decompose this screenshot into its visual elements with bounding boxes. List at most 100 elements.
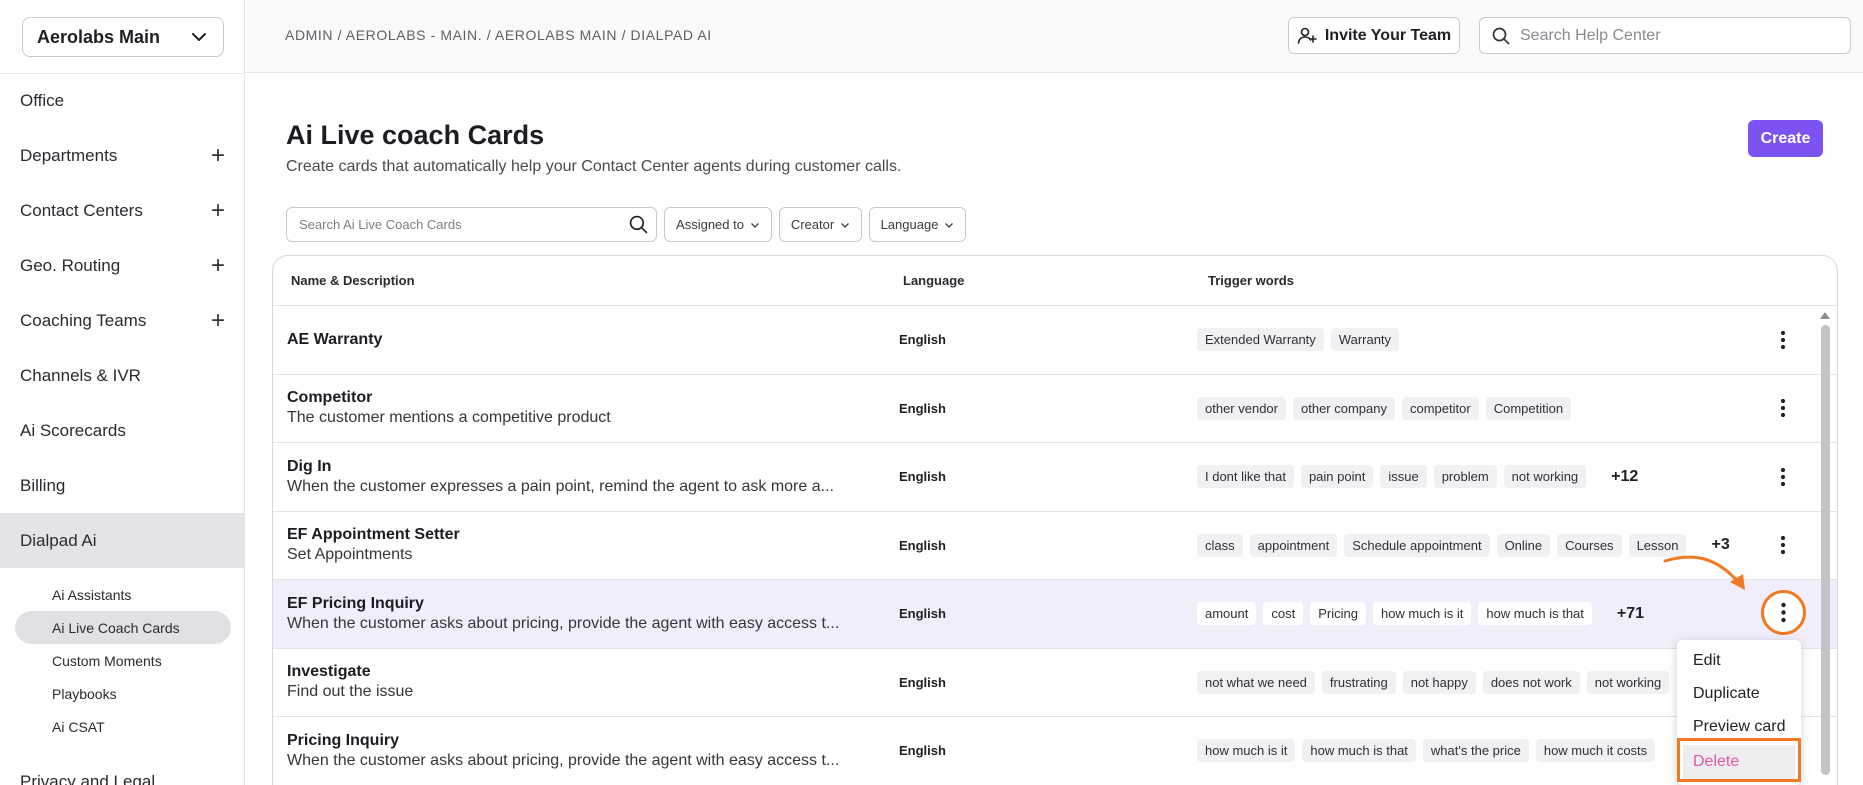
card-description: Set Appointments — [287, 546, 413, 564]
chevron-down-icon — [192, 33, 206, 41]
trigger-words: I dont like that pain point issue problem no… — [1197, 443, 1638, 511]
card-name[interactable]: Competitor — [287, 388, 867, 408]
trigger-words: not what we need frustrating not happy does… — [1197, 649, 1670, 717]
card-language: English — [899, 469, 946, 485]
search-icon[interactable] — [629, 215, 648, 234]
card-name[interactable]: EF Appointment Setter — [287, 525, 867, 545]
help-search-input[interactable] — [1520, 26, 1840, 45]
column-header-language[interactable]: Language — [903, 273, 964, 288]
sidebar-item-billing[interactable]: Billing — [0, 458, 245, 513]
more-triggers-count[interactable]: +71 — [1617, 605, 1644, 623]
plus-icon[interactable]: + — [211, 253, 225, 278]
trigger-chip: how much it costs — [1535, 739, 1656, 763]
sidebar-item-coaching-teams[interactable]: Coaching Teams + — [0, 293, 245, 348]
annotation-arrow-icon — [1663, 555, 1745, 590]
workspace-label: Aerolabs Main — [37, 26, 161, 47]
table-row[interactable]: AE Warranty English Extended Warranty Warra… — [273, 306, 1837, 375]
table-body: AE Warranty English Extended Warranty Warra… — [273, 306, 1837, 785]
trigger-chip: not happy — [1402, 670, 1476, 694]
sidebar-item-geo-routing[interactable]: Geo. Routing + — [0, 238, 245, 293]
menu-item-edit[interactable]: Edit — [1677, 644, 1801, 677]
delete-annotation-box — [1677, 738, 1801, 782]
sidebar-item-contact-centers[interactable]: Contact Centers + — [0, 183, 245, 238]
table-scrollbar[interactable] — [1819, 312, 1831, 782]
breadcrumb: ADMIN / AEROLABS - MAIN. / AEROLABS MAIN… — [285, 27, 712, 43]
filter-label: Language — [880, 217, 939, 232]
card-description: When the customer asks about pricing, pr… — [287, 614, 840, 632]
column-header-triggers[interactable]: Trigger words — [1208, 273, 1294, 288]
table-row[interactable]: Investigate Find out the issue English not … — [273, 649, 1837, 717]
sidebar-item-label: Departments — [20, 145, 118, 165]
card-name[interactable]: AE Warranty — [287, 330, 867, 350]
add-user-icon — [1297, 27, 1317, 44]
sidebar-subitem-ai-live-coach-cards[interactable]: Ai Live Coach Cards — [15, 611, 231, 644]
kebab-menu-icon[interactable] — [1773, 531, 1793, 559]
scroll-up-icon[interactable] — [1820, 312, 1830, 319]
trigger-chip: how much is that — [1478, 602, 1592, 626]
top-bar: ADMIN / AEROLABS - MAIN. / AEROLABS MAIN… — [245, 0, 1863, 73]
sidebar-item-ai-scorecards[interactable]: Ai Scorecards — [0, 403, 245, 458]
trigger-chip: pain point — [1300, 465, 1374, 489]
sidebar-subitem-playbooks[interactable]: Playbooks — [15, 677, 231, 710]
create-button[interactable]: Create — [1748, 120, 1823, 157]
table-row[interactable]: Dig In When the customer expresses a pain… — [273, 443, 1837, 512]
filter-language[interactable]: Language — [869, 207, 966, 242]
kebab-menu-icon[interactable] — [1773, 394, 1793, 422]
card-name[interactable]: EF Pricing Inquiry — [287, 594, 867, 614]
plus-icon[interactable]: + — [211, 308, 225, 333]
card-name[interactable]: Pricing Inquiry — [287, 731, 867, 751]
trigger-chip: issue — [1380, 465, 1427, 489]
sidebar-item-label: Dialpad Ai — [20, 530, 97, 550]
sidebar-subitem-ai-assistants[interactable]: Ai Assistants — [15, 578, 231, 611]
row-name-cell: Investigate Find out the issue — [287, 649, 867, 717]
table-header: Name & Description Language Trigger word… — [273, 256, 1837, 306]
trigger-chip: Pricing — [1310, 602, 1366, 626]
sidebar-subitem-ai-csat[interactable]: Ai CSAT — [15, 710, 231, 743]
filter-creator[interactable]: Creator — [779, 207, 862, 242]
sidebar-subitem-custom-moments[interactable]: Custom Moments — [15, 644, 231, 677]
sidebar-item-label: Billing — [20, 475, 66, 495]
more-triggers-count[interactable]: +12 — [1611, 468, 1638, 486]
sidebar-item-office[interactable]: Office — [0, 73, 245, 128]
sidebar-subitem-label: Ai Live Coach Cards — [52, 619, 180, 636]
trigger-words: how much is it how much is that what's the… — [1197, 717, 1656, 785]
workspace-select[interactable]: Aerolabs Main — [22, 17, 224, 57]
filter-label: Creator — [790, 217, 835, 232]
trigger-chip: Competition — [1485, 396, 1572, 420]
sidebar-nav: Office Departments + Contact Centers + Geo… — [0, 73, 245, 743]
trigger-words: amount cost Pricing how much is it how much … — [1197, 580, 1644, 648]
menu-item-duplicate[interactable]: Duplicate — [1677, 677, 1801, 710]
sidebar-item-dialpad-ai[interactable]: Dialpad Ai — [0, 513, 245, 568]
table-row[interactable]: Competitor The customer mentions a compet… — [273, 375, 1837, 443]
card-name[interactable]: Dig In — [287, 457, 867, 477]
trigger-chip: Extended Warranty — [1197, 328, 1324, 352]
page-subtitle: Create cards that automatically help you… — [286, 158, 902, 175]
kebab-menu-icon[interactable] — [1773, 326, 1793, 354]
trigger-chip: amount — [1197, 602, 1257, 626]
table-row[interactable]: EF Appointment Setter Set Appointments Eng… — [273, 512, 1837, 580]
trigger-words: class appointment Schedule appointment Onli… — [1197, 512, 1730, 580]
card-name[interactable]: Investigate — [287, 662, 867, 682]
sidebar-item-label: Office — [20, 90, 65, 110]
plus-icon[interactable]: + — [211, 198, 225, 223]
table-row[interactable]: Pricing Inquiry When the customer asks ab… — [273, 717, 1837, 785]
sidebar-item-privacy-legal[interactable]: Privacy and Legal — [20, 772, 155, 785]
kebab-menu-icon — [1781, 602, 1786, 623]
trigger-words: Extended Warranty Warranty — [1197, 306, 1400, 374]
invite-team-button[interactable]: Invite Your Team — [1288, 17, 1460, 54]
scroll-thumb[interactable] — [1820, 325, 1830, 775]
sidebar-item-departments[interactable]: Departments + — [0, 128, 245, 183]
table-row[interactable]: EF Pricing Inquiry When the customer asks… — [273, 580, 1837, 649]
cards-search-box — [286, 207, 657, 242]
trigger-chip: competitor — [1402, 396, 1479, 420]
highlighted-more-options[interactable] — [1761, 590, 1806, 635]
kebab-menu-icon[interactable] — [1773, 463, 1793, 491]
plus-icon[interactable]: + — [211, 143, 225, 168]
cards-search-input[interactable] — [299, 217, 619, 232]
trigger-chip: what's the price — [1422, 739, 1529, 763]
column-header-name[interactable]: Name & Description — [291, 273, 415, 288]
card-description: When the customer asks about pricing, pr… — [287, 751, 840, 769]
filter-assigned-to[interactable]: Assigned to — [664, 207, 772, 242]
card-language: English — [899, 537, 946, 553]
sidebar-item-channels-ivr[interactable]: Channels & IVR — [0, 348, 245, 403]
